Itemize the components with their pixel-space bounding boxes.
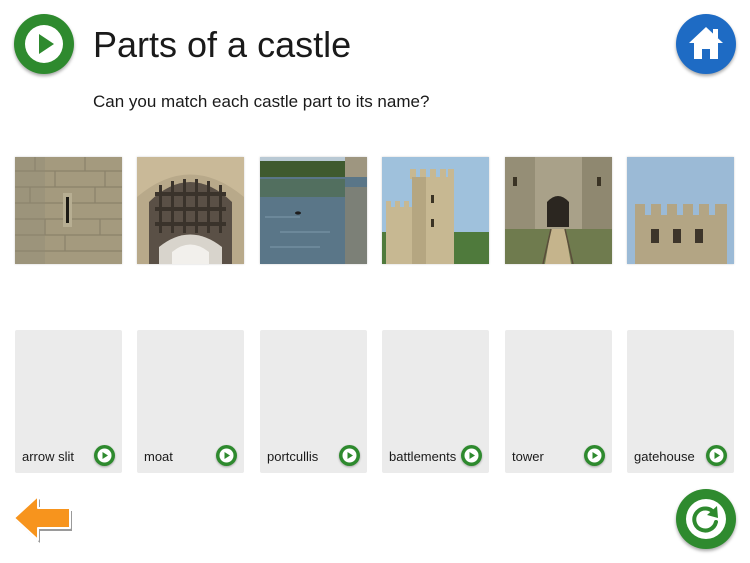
drop-card-moat[interactable]: moat [137,330,244,473]
photo-battlements[interactable] [627,157,734,264]
reset-button[interactable] [676,489,736,549]
portcullis-image [137,157,244,264]
photo-moat[interactable] [260,157,367,264]
card-label: portcullis [267,449,319,464]
drop-card-arrow-slit[interactable]: arrow slit [15,330,122,473]
card-label: arrow slit [22,449,75,464]
home-icon [689,27,723,59]
refresh-icon [686,499,726,539]
drop-card-gatehouse[interactable]: gatehouse [627,330,734,473]
tower-image [382,157,489,264]
drop-card-portcullis[interactable]: portcullis [260,330,367,473]
photo-arrow-slit[interactable] [15,157,122,264]
play-icon [342,448,357,463]
photo-portcullis[interactable] [137,157,244,264]
home-button[interactable] [676,14,736,74]
play-icon [464,448,479,463]
photo-tower[interactable] [382,157,489,264]
battlements-image [627,157,734,264]
play-icon [587,448,602,463]
card-label: tower [512,449,544,464]
gatehouse-image [505,157,612,264]
play-icon [219,448,234,463]
instruction-text: Can you match each castle part to its na… [93,92,430,111]
card-label: gatehouse [634,449,695,464]
play-instructions-button[interactable] [14,14,74,74]
play-audio-button[interactable] [216,445,237,466]
moat-image [260,157,367,264]
drop-card-battlements[interactable]: battlements [382,330,489,473]
card-label: battlements [389,449,457,464]
play-audio-button[interactable] [339,445,360,466]
play-audio-button[interactable] [461,445,482,466]
play-icon [709,448,724,463]
drop-card-tower[interactable]: tower [505,330,612,473]
photo-gatehouse[interactable] [505,157,612,264]
page-title: Parts of a castle [93,24,352,65]
play-audio-button[interactable] [706,445,727,466]
play-audio-button[interactable] [584,445,605,466]
card-label: moat [144,449,173,464]
arrow-slit-image [15,157,122,264]
arrow-left-icon [13,495,72,543]
play-audio-button[interactable] [94,445,115,466]
play-icon [25,25,63,63]
play-icon [97,448,112,463]
back-button[interactable] [12,490,76,548]
